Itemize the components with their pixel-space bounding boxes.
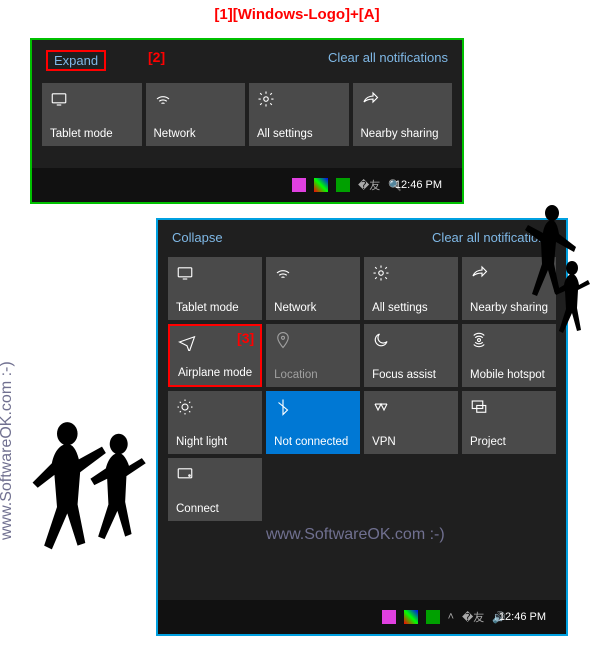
tile-label: All settings <box>257 128 341 140</box>
tray-icon[interactable] <box>426 610 440 624</box>
tile-location[interactable]: Location <box>266 324 360 387</box>
hotspot-icon <box>470 330 490 350</box>
decorative-silhouette <box>28 408 158 588</box>
clock: 12:46 PM <box>499 611 546 623</box>
tile-label: Mobile hotspot <box>470 369 548 381</box>
vpn-icon <box>372 397 392 417</box>
connect-icon <box>176 464 196 484</box>
airplane-icon <box>178 332 198 352</box>
tile-project[interactable]: Project <box>462 391 556 454</box>
taskbar: ˄ �友 🔊 12:46 PM <box>158 600 566 634</box>
watermark-vertical: www.SoftwareOK.com :-) <box>0 361 16 540</box>
tile-night-light[interactable]: Night light <box>168 391 262 454</box>
tile-focus-assist[interactable]: Focus assist <box>364 324 458 387</box>
watermark: www.SoftwareOK.com :-) <box>266 526 445 544</box>
tile-bluetooth[interactable]: Not connected <box>266 391 360 454</box>
tile-vpn[interactable]: VPN <box>364 391 458 454</box>
wifi-tray-icon[interactable]: �友 <box>462 609 484 625</box>
tray-icons: ˄ �友 🔊 <box>382 609 506 625</box>
tablet-icon <box>176 263 196 283</box>
tile-label: Network <box>274 302 352 314</box>
tile-label: Tablet mode <box>50 128 134 140</box>
quick-action-tiles-collapsed: Tablet mode Network All settings Nearby … <box>32 77 462 152</box>
action-center-collapsed: Expand Clear all notifications [2] Table… <box>30 38 464 204</box>
bluetooth-icon <box>274 397 294 417</box>
tile-label: Network <box>154 128 238 140</box>
tile-airplane-mode[interactable]: [3] Airplane mode <box>168 324 262 387</box>
chevron-up-icon[interactable]: ˄ <box>448 611 454 623</box>
collapse-link[interactable]: Collapse <box>172 230 223 245</box>
tile-connect[interactable]: Connect <box>168 458 262 521</box>
tile-label: Project <box>470 436 548 448</box>
tablet-icon <box>50 89 70 109</box>
action-center-expanded: Collapse Clear all notifications Tablet … <box>156 218 568 636</box>
tile-tablet-mode[interactable]: Tablet mode <box>168 257 262 320</box>
clear-notifications-link[interactable]: Clear all notifications <box>328 50 448 71</box>
tray-icon[interactable] <box>404 610 418 624</box>
tile-network[interactable]: Network <box>146 83 246 146</box>
tile-all-settings[interactable]: All settings <box>249 83 349 146</box>
tile-label: Location <box>274 369 352 381</box>
tray-icon[interactable] <box>292 178 306 192</box>
tile-label: Connect <box>176 503 254 515</box>
tile-label: Tablet mode <box>176 302 254 314</box>
tile-label: Focus assist <box>372 369 450 381</box>
tile-tablet-mode[interactable]: Tablet mode <box>42 83 142 146</box>
share-icon <box>361 89 381 109</box>
wifi-tray-icon[interactable]: �友 <box>358 177 380 193</box>
share-icon <box>470 263 490 283</box>
clock: 12:46 PM <box>395 179 442 191</box>
tray-icons: �友 🔍 <box>292 177 402 193</box>
annotation-shortcut: [1][Windows-Logo]+[A] <box>0 6 594 23</box>
decorative-silhouette <box>520 198 594 348</box>
wifi-icon <box>154 89 174 109</box>
tile-label: Nearby sharing <box>361 128 445 140</box>
wifi-icon <box>274 263 294 283</box>
tile-label: Night light <box>176 436 254 448</box>
location-icon <box>274 330 294 350</box>
tray-icon[interactable] <box>336 178 350 192</box>
tile-label: All settings <box>372 302 450 314</box>
tile-nearby-sharing[interactable]: Nearby sharing <box>353 83 453 146</box>
project-icon <box>470 397 490 417</box>
tray-icon[interactable] <box>314 178 328 192</box>
tile-label: Not connected <box>274 436 352 448</box>
annotation-2: [2] <box>148 49 165 65</box>
gear-icon <box>372 263 392 283</box>
quick-action-tiles-expanded: Tablet mode Network All settings Nearby … <box>158 251 566 527</box>
tray-icon[interactable] <box>382 610 396 624</box>
tile-label: Airplane mode <box>178 367 252 379</box>
expand-link[interactable]: Expand <box>46 50 106 71</box>
tile-network[interactable]: Network <box>266 257 360 320</box>
gear-icon <box>257 89 277 109</box>
moon-icon <box>372 330 392 350</box>
annotation-3: [3] <box>237 330 254 346</box>
tile-all-settings[interactable]: All settings <box>364 257 458 320</box>
tile-label: VPN <box>372 436 450 448</box>
sun-icon <box>176 397 196 417</box>
taskbar: �友 🔍 12:46 PM <box>32 168 462 202</box>
